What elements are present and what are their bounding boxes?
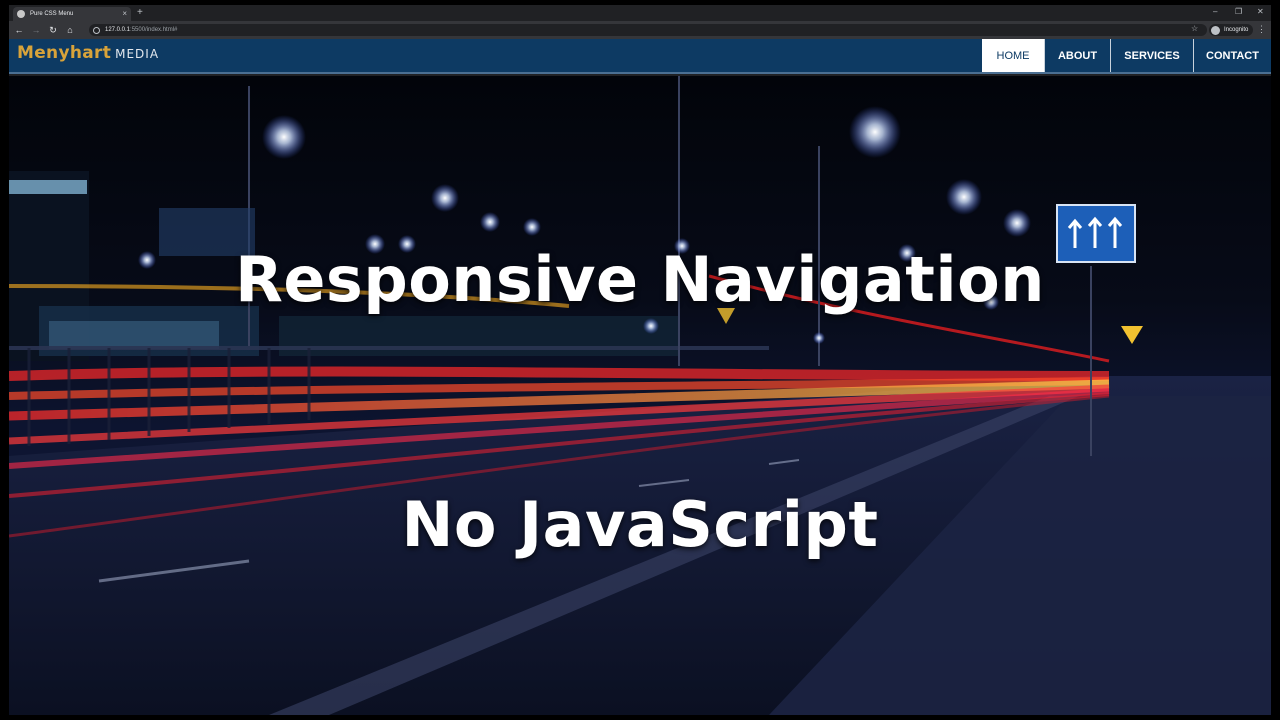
browser-window: Pure CSS Menu × + – ❐ ✕ ← → ↻ ⌂ 127.0.0.…	[9, 5, 1271, 715]
tab-title: Pure CSS Menu	[30, 11, 74, 17]
incognito-icon	[1211, 25, 1220, 35]
site-info-icon[interactable]	[93, 26, 100, 34]
logo-main: Menyhart	[17, 43, 112, 63]
browser-menu-icon[interactable]: ⋮	[1257, 24, 1266, 35]
hero-section: Responsive Navigation No JavaScript	[9, 76, 1271, 715]
menu-item-services[interactable]: SERVICES	[1110, 39, 1193, 72]
incognito-label: Incognito	[1224, 27, 1249, 33]
home-icon[interactable]: ⌂	[63, 24, 77, 36]
forward-icon[interactable]: →	[29, 24, 43, 36]
incognito-badge[interactable]: Incognito	[1209, 24, 1254, 36]
tab-close-icon[interactable]: ×	[122, 10, 127, 18]
restore-button[interactable]: ❐	[1235, 7, 1242, 17]
logo-sub: MEDIA	[115, 47, 160, 61]
hero-subtitle: No JavaScript	[401, 488, 879, 561]
minimize-button[interactable]: –	[1213, 7, 1217, 17]
url-path: :5500/index.html#	[130, 27, 178, 33]
new-tab-button[interactable]: +	[137, 7, 143, 19]
hero-background-image	[9, 76, 1271, 715]
menu-item-home[interactable]: HOME	[982, 39, 1044, 72]
favicon-icon	[17, 10, 25, 18]
main-menu: HOME ABOUT SERVICES CONTACT	[982, 39, 1271, 72]
tab-strip: Pure CSS Menu × + – ❐ ✕	[9, 5, 1271, 21]
site-logo[interactable]: Menyhart MEDIA	[17, 43, 159, 63]
back-icon[interactable]: ←	[12, 24, 26, 36]
reload-icon[interactable]: ↻	[46, 24, 60, 36]
menu-item-about[interactable]: ABOUT	[1044, 39, 1110, 72]
url-host: 127.0.0.1	[105, 27, 131, 33]
site-navbar: Menyhart MEDIA HOME ABOUT SERVICES CONTAC…	[9, 39, 1271, 74]
close-window-button[interactable]: ✕	[1257, 7, 1264, 17]
bookmark-star-icon[interactable]: ☆	[1191, 24, 1198, 33]
browser-tab[interactable]: Pure CSS Menu ×	[13, 7, 131, 21]
address-bar[interactable]: 127.0.0.1 :5500/index.html#	[89, 24, 1207, 36]
browser-toolbar: ← → ↻ ⌂ 127.0.0.1 :5500/index.html# ☆ In…	[9, 21, 1271, 39]
menu-item-contact[interactable]: CONTACT	[1193, 39, 1271, 72]
hero-title: Responsive Navigation	[235, 243, 1045, 316]
